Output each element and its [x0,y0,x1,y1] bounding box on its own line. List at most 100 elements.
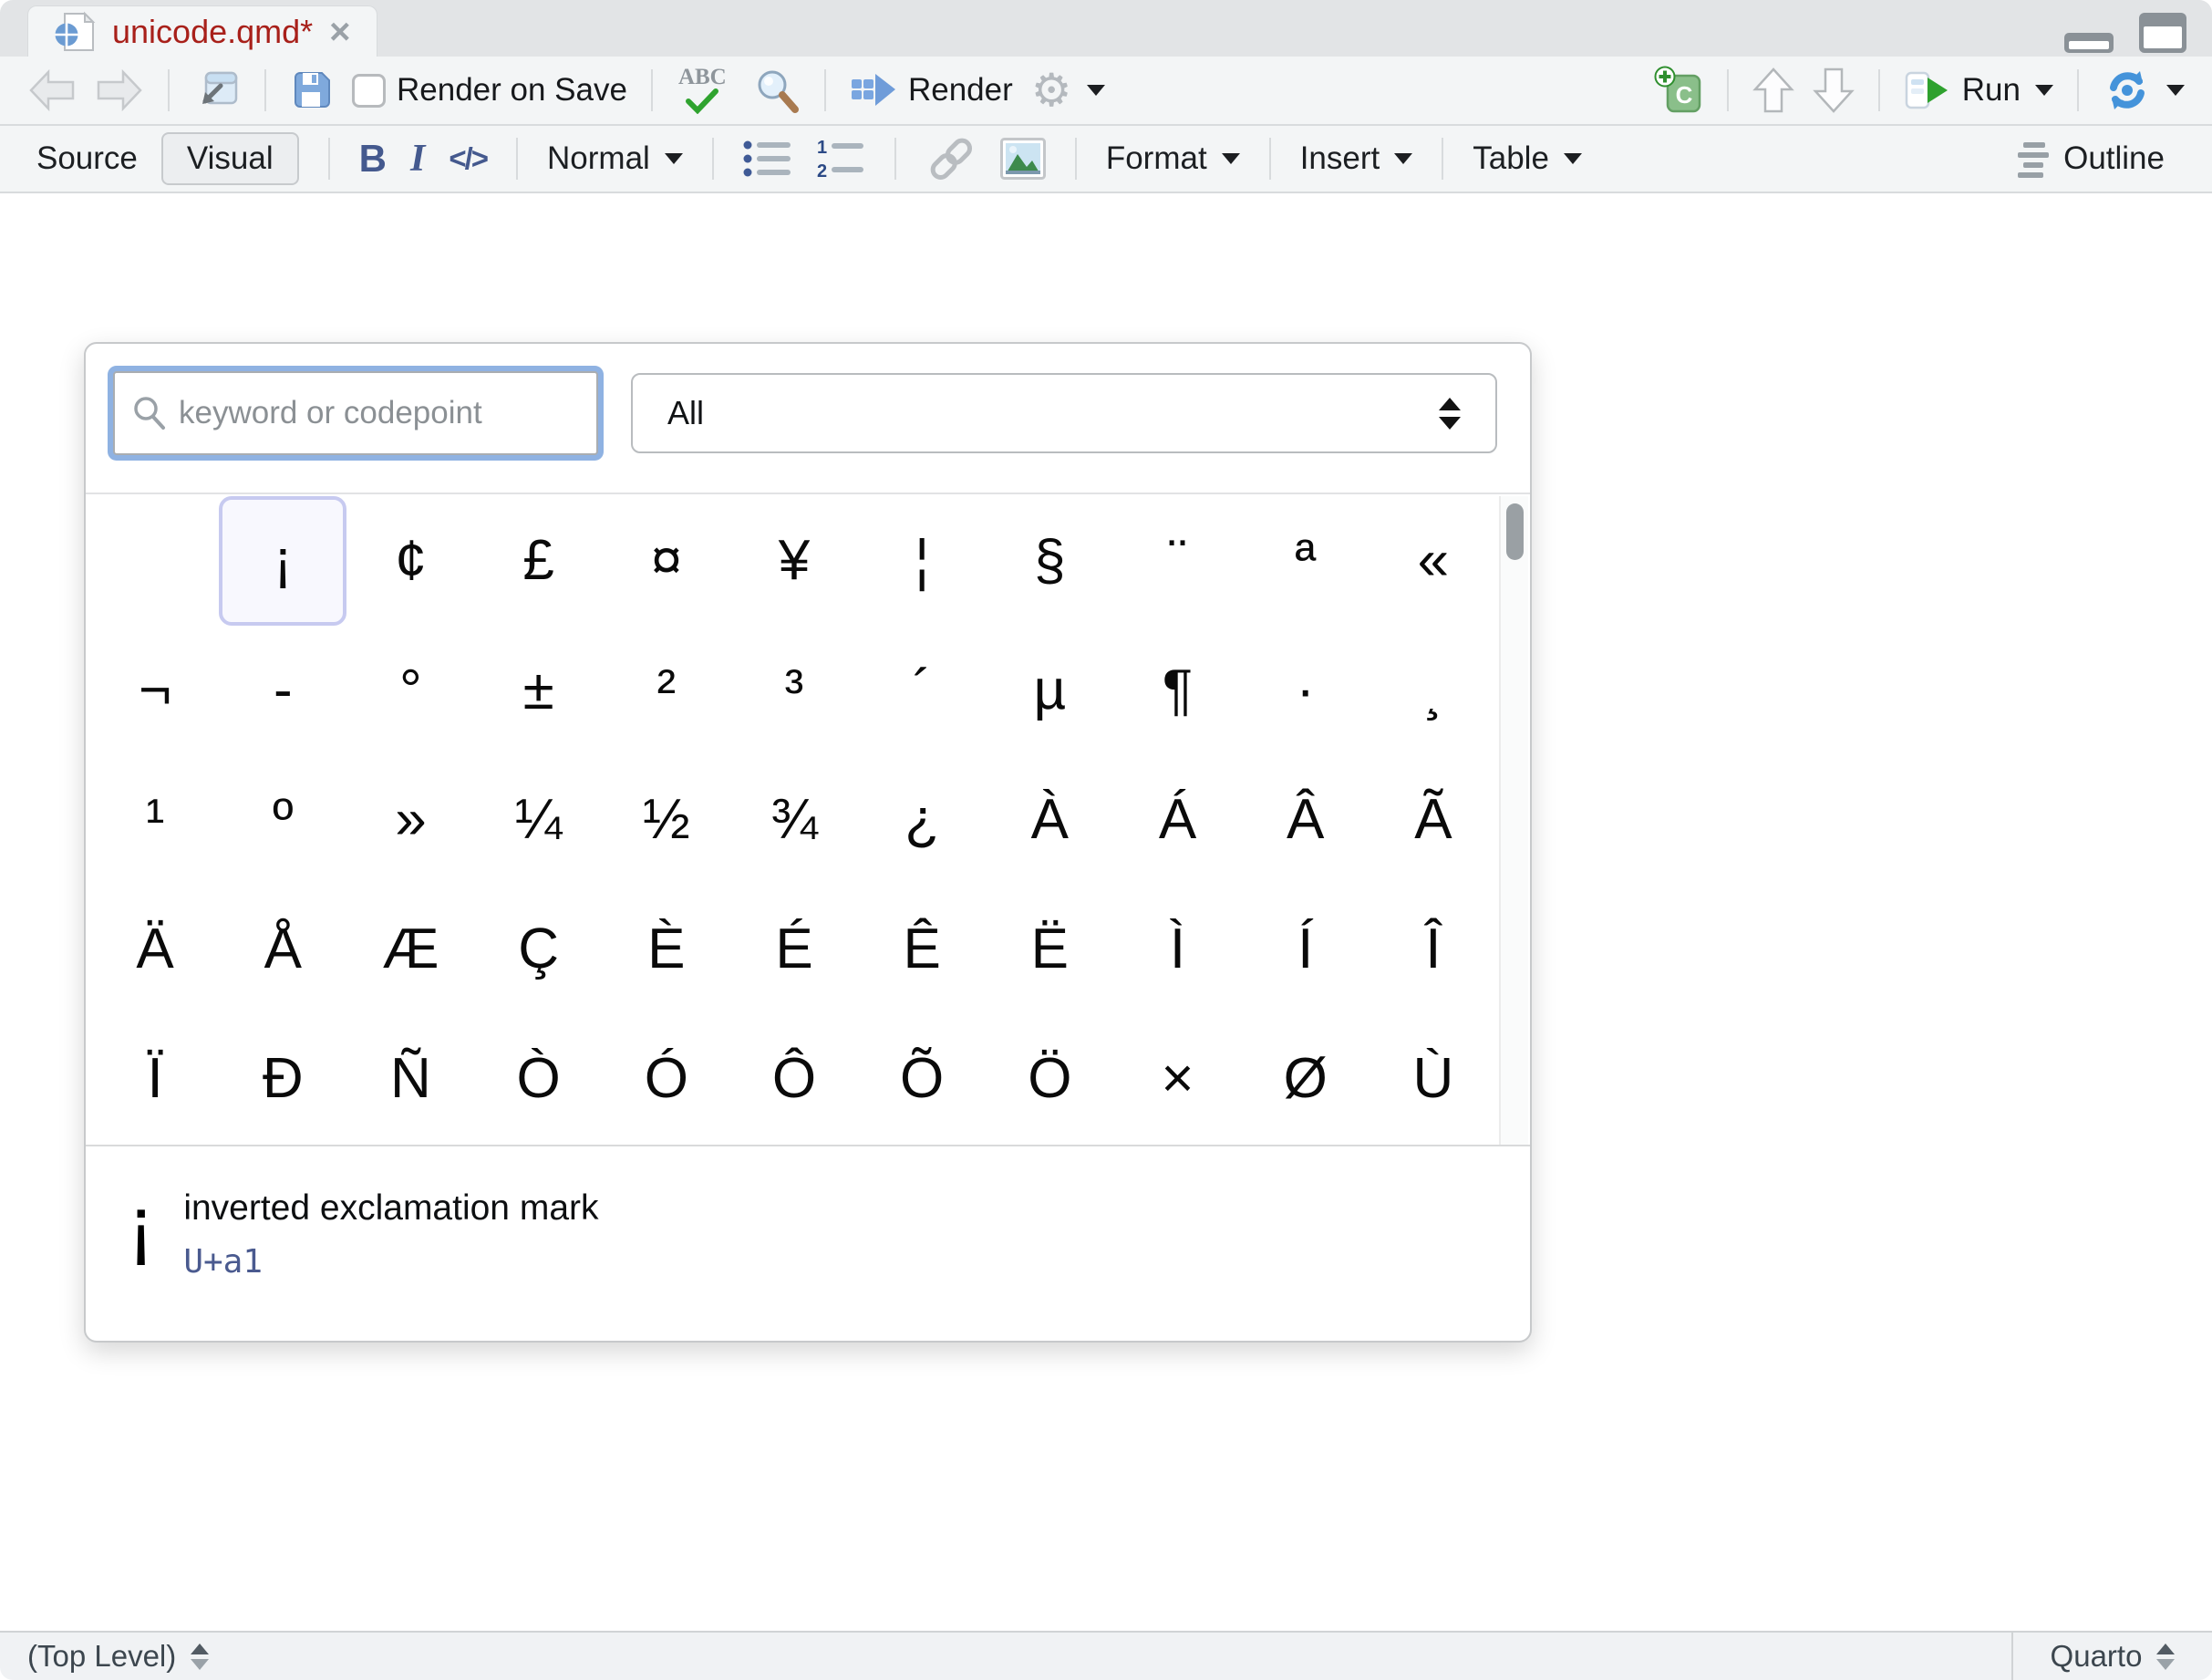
unicode-char-cell[interactable]: « [1370,496,1497,626]
unicode-char-cell[interactable]: Ã [1370,755,1497,885]
run-icon [1904,68,1951,112]
unicode-char-cell[interactable]: ¿ [858,755,986,885]
unicode-char-cell[interactable]: ¾ [730,755,858,885]
unicode-char-cell[interactable]: Ð [219,1014,346,1144]
unicode-char-cell[interactable]: ¦ [858,496,986,626]
scrollbar-thumb[interactable] [1506,503,1524,560]
unicode-char-cell[interactable]: Î [1370,885,1497,1014]
unicode-char-cell[interactable]: Ù [1370,1014,1497,1144]
unicode-char-cell[interactable]: Å [219,885,346,1014]
unicode-char-cell[interactable]: ¨ [1113,496,1241,626]
unicode-char-cell[interactable]: ² [603,626,730,755]
unicode-char-cell[interactable]: £ [475,496,603,626]
open-in-new-window-button[interactable] [193,67,241,113]
inline-code-button[interactable]: </> [449,141,487,176]
unicode-char-cell[interactable]: µ [986,626,1113,755]
maximize-icon[interactable] [2139,13,2186,53]
spellcheck-button[interactable]: ABC [677,65,735,116]
unicode-char-cell[interactable]: ¸ [1370,626,1497,755]
bullet-list-button[interactable] [743,138,792,180]
unicode-char-cell[interactable]: · [1242,626,1370,755]
paragraph-style-select[interactable]: Normal [547,140,683,177]
unicode-char-cell[interactable]: ¥ [730,496,858,626]
unicode-char-cell[interactable]: Õ [858,1014,986,1144]
run-button[interactable]: Run [1904,68,2053,112]
tab-unicode-qmd[interactable]: unicode.qmd* × [27,5,377,57]
unicode-char-cell[interactable]: ³ [730,626,858,755]
unicode-char-cell[interactable]: À [986,755,1113,885]
render-options-button[interactable]: ⚙ [1031,67,1105,113]
minimize-icon[interactable] [2064,33,2114,53]
separator [1075,138,1077,180]
bold-button[interactable]: B [359,137,387,181]
source-button[interactable] [2103,67,2185,113]
insert-image-button[interactable] [1000,138,1046,180]
statusbar-format-selector[interactable]: Quarto [2011,1633,2212,1680]
next-chunk-button[interactable] [1813,67,1855,114]
unicode-char-cell[interactable]: ¢ [346,496,474,626]
unicode-char-cell[interactable]: ¡ [219,496,346,626]
unicode-char-cell[interactable]: Á [1113,755,1241,885]
unicode-char-cell[interactable]: § [986,496,1113,626]
unicode-picker-dialog: All ¡¢£¤¥¦§¨ª« ¬-°±²³´µ¶·¸ ¹º»¼½¾¿ÀÁÂÃ ÄÅÆÇ… [84,342,1532,1343]
forward-button[interactable] [95,69,144,111]
insert-chunk-button[interactable]: C [1654,66,1703,115]
format-menu[interactable]: Format [1106,140,1240,177]
italic-button[interactable]: I [410,137,425,181]
render-on-save-checkbox[interactable] [352,74,386,108]
unicode-char-cell[interactable]: É [730,885,858,1014]
unicode-char-cell[interactable]: ª [1242,496,1370,626]
unicode-char-cell[interactable]: Ë [986,885,1113,1014]
grid-scrollbar[interactable] [1499,496,1528,1145]
statusbar-scope-selector[interactable]: (Top Level) [27,1639,209,1674]
unicode-char-cell[interactable]: ¤ [603,496,730,626]
visual-editor-surface[interactable]: All ¡¢£¤¥¦§¨ª« ¬-°±²³´µ¶·¸ ¹º»¼½¾¿ÀÁÂÃ ÄÅÆÇ… [0,193,2212,1631]
numbered-list-button[interactable]: 1 2 [816,138,865,180]
unicode-char-cell[interactable]: Ò [475,1014,603,1144]
separator [2077,69,2079,111]
outline-button[interactable]: Outline [2016,140,2176,178]
unicode-char-cell[interactable]: ´ [858,626,986,755]
category-select[interactable]: All [631,373,1497,453]
unicode-char-cell[interactable]: ¬ [91,626,219,755]
unicode-char-cell[interactable]: × [1113,1014,1241,1144]
render-on-save-control[interactable]: Render on Save [352,72,627,109]
unicode-char-cell[interactable]: ¹ [91,755,219,885]
close-icon[interactable]: × [329,14,350,50]
unicode-char-cell[interactable]: º [219,755,346,885]
unicode-char-cell[interactable]: Æ [346,885,474,1014]
unicode-char-cell[interactable]: Ô [730,1014,858,1144]
unicode-char-cell[interactable]: Ñ [346,1014,474,1144]
source-mode-button[interactable]: Source [36,140,138,177]
unicode-char-cell[interactable]: Â [1242,755,1370,885]
search-input[interactable] [113,371,598,455]
unicode-char-cell[interactable]: Ê [858,885,986,1014]
insert-link-button[interactable] [925,136,977,181]
unicode-char-cell[interactable]: Í [1242,885,1370,1014]
render-button[interactable]: Render [850,68,1013,112]
numbered-list-icon: 1 2 [816,138,865,180]
unicode-char-cell[interactable]: Ø [1242,1014,1370,1144]
unicode-char-cell[interactable]: ¶ [1113,626,1241,755]
find-replace-button[interactable] [753,67,801,114]
unicode-char-cell[interactable]: - [219,626,346,755]
unicode-char-cell[interactable]: ± [475,626,603,755]
previous-chunk-button[interactable] [1752,67,1794,114]
unicode-char-cell[interactable]: Ï [91,1014,219,1144]
unicode-char-cell[interactable]: Ì [1113,885,1241,1014]
unicode-char-cell[interactable]: » [346,755,474,885]
unicode-char-cell[interactable]: ½ [603,755,730,885]
unicode-char-cell[interactable]: ° [346,626,474,755]
back-button[interactable] [27,69,77,111]
unicode-char-cell[interactable]: Ö [986,1014,1113,1144]
unicode-char-cell[interactable]: È [603,885,730,1014]
unicode-char-cell[interactable] [91,496,219,626]
table-menu[interactable]: Table [1473,140,1582,177]
unicode-char-cell[interactable]: Ó [603,1014,730,1144]
unicode-char-cell[interactable]: Ç [475,885,603,1014]
save-button[interactable] [290,68,334,112]
insert-menu[interactable]: Insert [1300,140,1413,177]
unicode-char-cell[interactable]: ¼ [475,755,603,885]
unicode-char-cell[interactable]: Ä [91,885,219,1014]
visual-mode-button[interactable]: Visual [161,132,299,185]
